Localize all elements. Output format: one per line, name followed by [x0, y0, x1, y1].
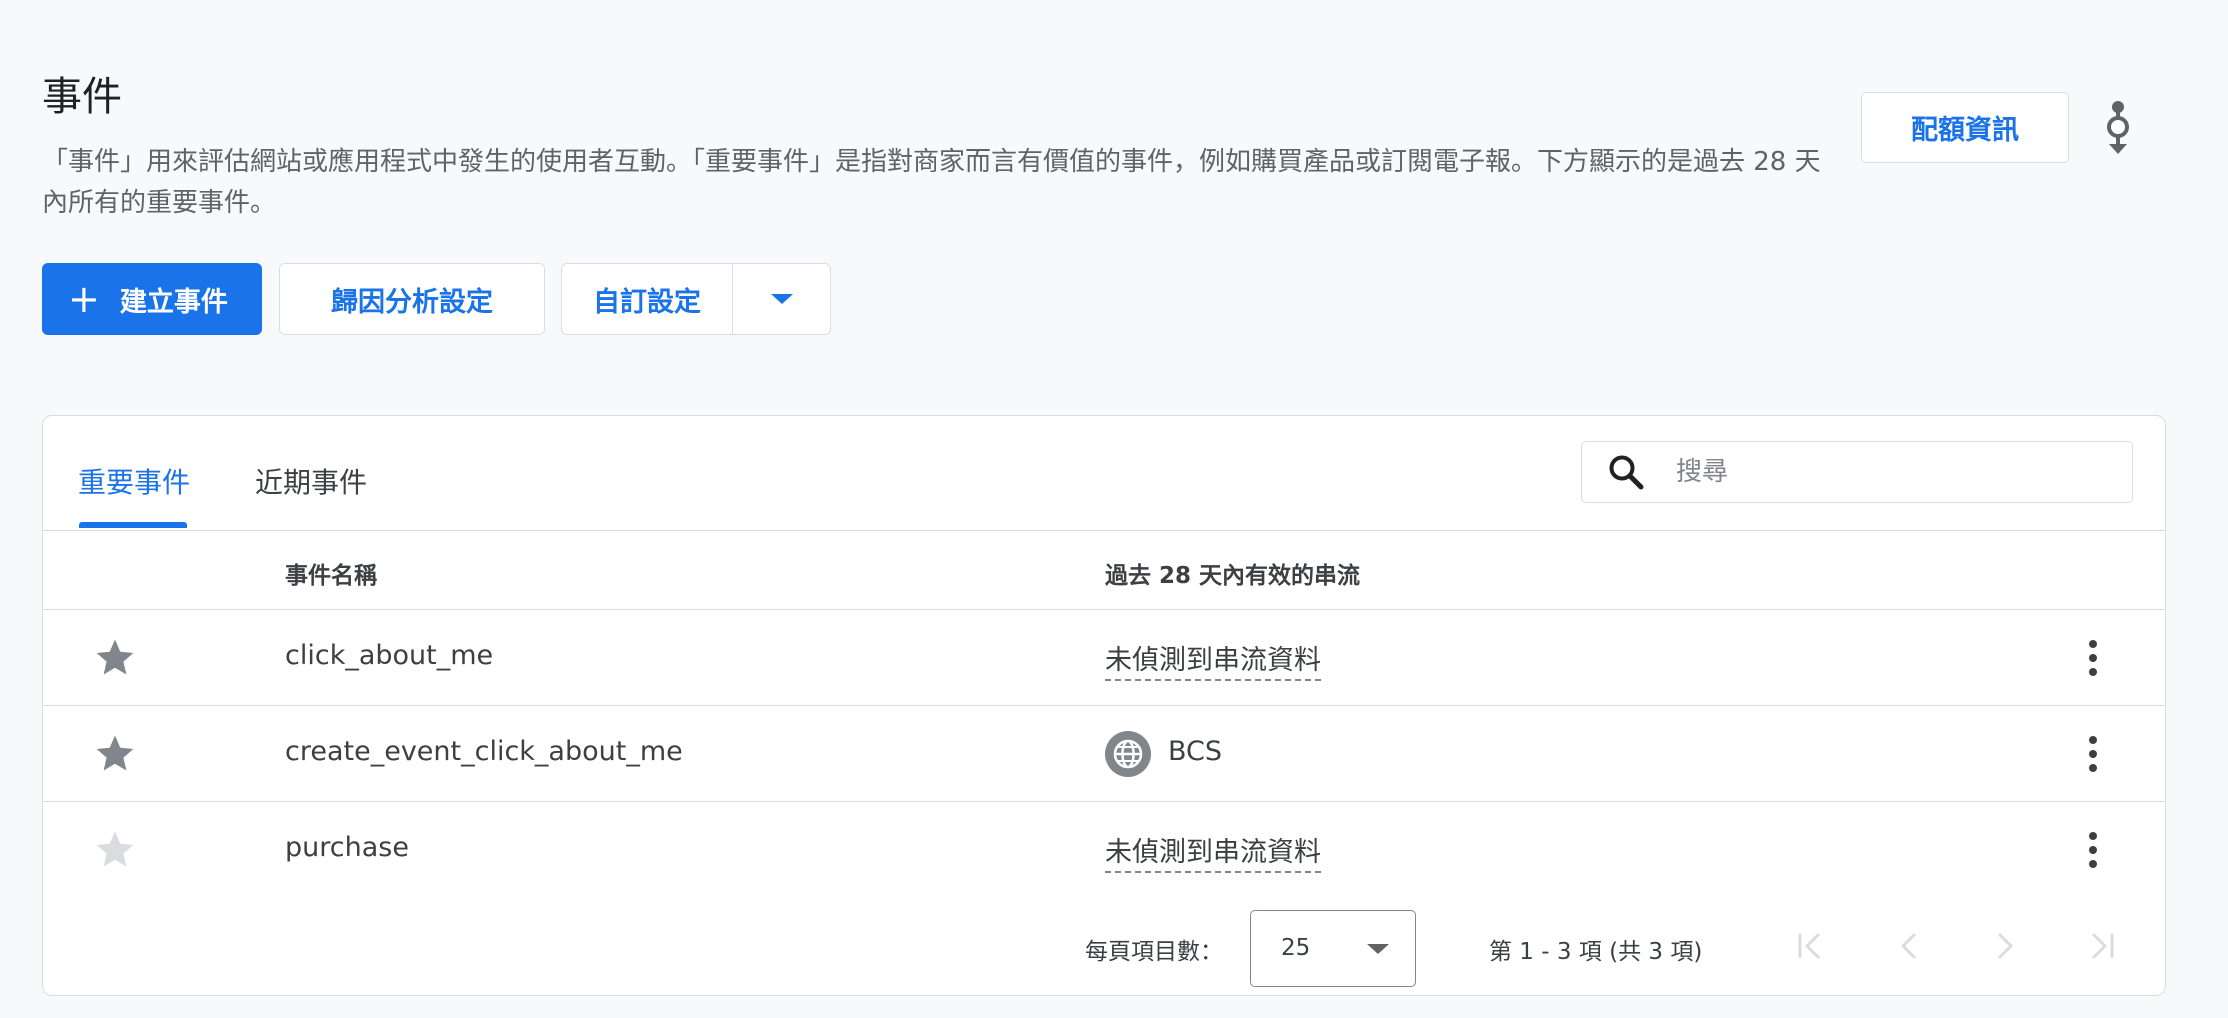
attribution-settings-button[interactable]: 歸因分析設定: [279, 263, 545, 335]
stream-name: BCS: [1168, 736, 1223, 767]
table-header: 事件名稱 過去 28 天內有效的串流: [43, 531, 2165, 610]
tab-key-events[interactable]: 重要事件: [78, 461, 190, 501]
rows-per-page-label: 每頁項目數：: [1085, 939, 1223, 965]
more-vert-icon[interactable]: [2083, 730, 2103, 778]
table-row: create_event_click_about_me BCS: [43, 706, 2165, 802]
event-name: purchase: [285, 832, 409, 863]
search-icon: [1609, 455, 1644, 490]
custom-settings-split-button: 自訂設定: [561, 263, 831, 335]
pagination-range: 第 1 - 3 項 (共 3 項): [1489, 939, 1703, 965]
tab-bar: 重要事件 近期事件: [43, 416, 2165, 531]
stream-status[interactable]: 未偵測到串流資料: [1105, 638, 1321, 681]
quota-info-button[interactable]: 配額資訊: [1861, 92, 2069, 163]
rows-per-page-value: 25: [1281, 935, 1311, 961]
caret-down-icon: [1367, 944, 1389, 954]
previous-page-icon[interactable]: [1891, 928, 1927, 964]
search-input[interactable]: [1674, 456, 2094, 488]
create-event-label: 建立事件: [119, 286, 228, 318]
more-vert-icon[interactable]: [2083, 634, 2103, 682]
stream-status[interactable]: 未偵測到串流資料: [1105, 830, 1321, 873]
plus-icon: +: [68, 277, 100, 321]
page-title: 事件: [42, 74, 122, 120]
search-box: [1581, 441, 2133, 503]
column-header-event-name[interactable]: 事件名稱: [285, 556, 377, 590]
event-name: click_about_me: [285, 640, 494, 671]
star-icon[interactable]: [93, 732, 137, 776]
create-event-button[interactable]: + 建立事件: [42, 263, 262, 335]
next-page-icon[interactable]: [1987, 928, 2023, 964]
more-vert-icon[interactable]: [2083, 826, 2103, 874]
pagination: 每頁項目數： 25 第 1 - 3 項 (共 3 項): [43, 898, 2165, 995]
column-header-streams[interactable]: 過去 28 天內有效的串流: [1105, 556, 1360, 590]
table-row: purchase 未偵測到串流資料: [43, 802, 2165, 898]
journey-icon[interactable]: [2100, 100, 2136, 156]
star-icon[interactable]: [93, 828, 137, 872]
first-page-icon[interactable]: [1793, 928, 1829, 964]
events-card: 重要事件 近期事件 事件名稱 過去 28 天內有效的串流 click_about…: [42, 415, 2166, 996]
table-row: click_about_me 未偵測到串流資料: [43, 610, 2165, 706]
globe-icon: [1105, 731, 1151, 777]
star-icon[interactable]: [93, 636, 137, 680]
page-description: 「事件」用來評估網站或應用程式中發生的使用者互動。「重要事件」是指對商家而言有價…: [42, 147, 1821, 218]
active-tab-indicator: [79, 522, 187, 528]
caret-down-icon: [770, 294, 793, 304]
tab-recent-events[interactable]: 近期事件: [255, 461, 367, 501]
custom-settings-button[interactable]: 自訂設定: [562, 264, 733, 334]
last-page-icon[interactable]: [2083, 928, 2119, 964]
event-name: create_event_click_about_me: [285, 736, 683, 767]
custom-settings-dropdown[interactable]: [733, 264, 830, 334]
rows-per-page-select[interactable]: 25: [1250, 910, 1416, 987]
